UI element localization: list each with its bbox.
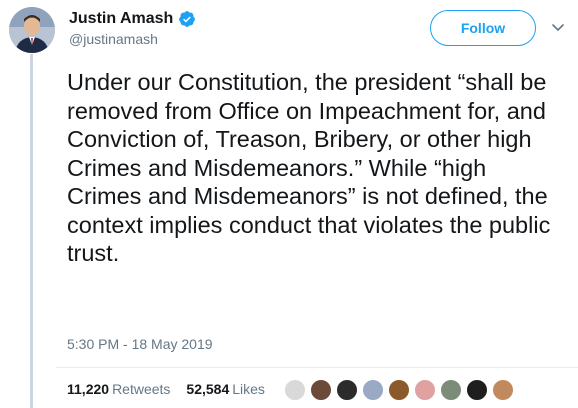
follow-button[interactable]: Follow xyxy=(430,10,536,46)
tweet-timestamp[interactable]: 5:30 PM - 18 May 2019 xyxy=(67,336,213,352)
liker-avatar-9[interactable] xyxy=(492,379,514,401)
divider xyxy=(56,367,578,368)
likes-count: 52,584 xyxy=(186,381,230,397)
retweets-count: 11,220 xyxy=(67,381,110,397)
liker-avatar-3[interactable] xyxy=(336,379,358,401)
user-info: Justin Amash @justinamash xyxy=(69,10,196,47)
tweet-text: Under our Constitution, the president “s… xyxy=(67,69,551,266)
thread-line xyxy=(30,54,33,408)
tweet-stats: 11,220 Retweets 52,584 Likes xyxy=(67,381,265,397)
liker-avatar-7[interactable] xyxy=(440,379,462,401)
liker-avatars xyxy=(284,377,518,403)
user-handle[interactable]: @justinamash xyxy=(69,31,196,47)
liker-avatar-4[interactable] xyxy=(362,379,384,401)
avatar-image xyxy=(9,7,55,53)
retweets-stat[interactable]: 11,220 Retweets xyxy=(67,381,170,397)
likes-label: Likes xyxy=(232,381,265,397)
verified-badge-icon xyxy=(179,11,196,27)
likes-stat[interactable]: 52,584 Likes xyxy=(186,381,265,397)
liker-avatar-6[interactable] xyxy=(414,379,436,401)
user-avatar[interactable] xyxy=(9,7,55,53)
liker-avatar-2[interactable] xyxy=(310,379,332,401)
liker-avatar-1[interactable] xyxy=(284,379,306,401)
retweets-label: Retweets xyxy=(112,381,171,397)
liker-avatar-8[interactable] xyxy=(466,379,488,401)
display-name-row[interactable]: Justin Amash xyxy=(69,10,196,28)
display-name[interactable]: Justin Amash xyxy=(69,10,173,28)
chevron-down-icon[interactable] xyxy=(551,20,565,34)
liker-avatar-5[interactable] xyxy=(388,379,410,401)
